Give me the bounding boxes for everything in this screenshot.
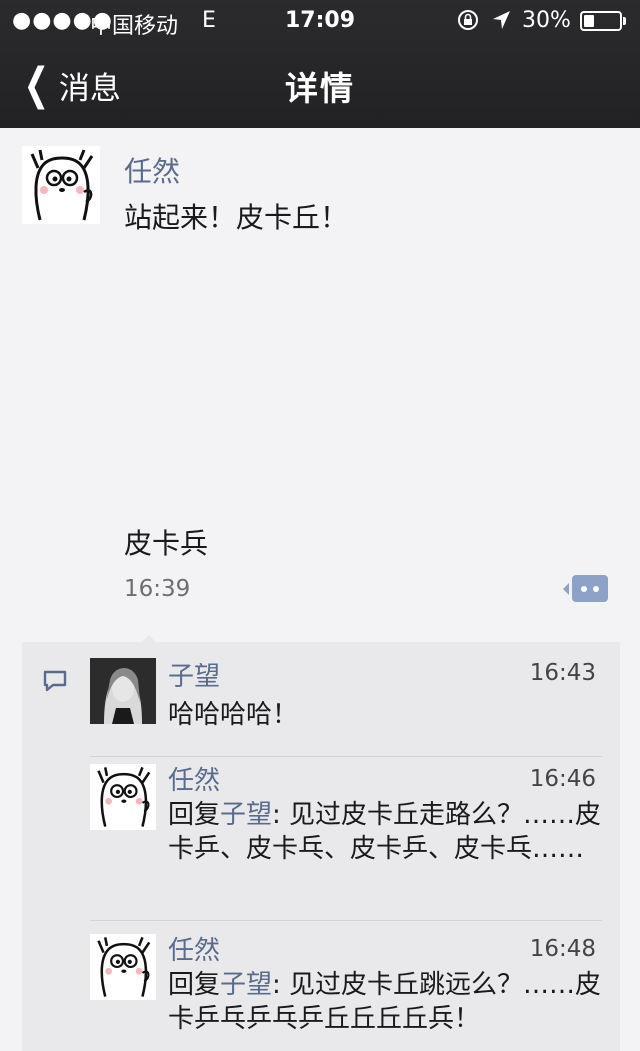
comment-author[interactable]: 任然 (168, 760, 220, 797)
location-icon (490, 8, 512, 38)
avatar[interactable] (22, 146, 100, 224)
comment-text: 回复子望: 见过皮卡丘走路么？……皮卡乒、皮卡乓、皮卡乒、皮卡乓…… (168, 798, 608, 866)
comment-item[interactable]: 任然 16:48 回复子望: 见过皮卡丘跳远么？……皮卡乒乓乒乓乒丘丘丘丘兵！ (22, 920, 620, 1051)
comment-timestamp: 16:43 (529, 660, 596, 686)
author-name[interactable]: 任然 (124, 150, 180, 190)
avatar[interactable] (90, 934, 156, 1000)
comment-dot (581, 586, 587, 592)
comment-icon[interactable] (563, 575, 608, 602)
comment-text: 回复子望: 见过皮卡丘跳远么？……皮卡乒乓乒乓乒丘丘丘丘兵！ (168, 968, 608, 1036)
comment-author[interactable]: 任然 (168, 930, 220, 967)
reply-to-name[interactable]: 子望 (220, 970, 272, 1000)
comment-dot (593, 586, 599, 592)
page-title: 详情 (285, 69, 355, 108)
status-bar: ●●●●● 中国移动 E 17:09 30% (0, 0, 640, 42)
rotation-lock-icon (456, 8, 480, 38)
header: ●●●●● 中国移动 E 17:09 30% ❮ 消息 详情 (0, 0, 640, 128)
comment-timestamp: 16:48 (529, 936, 596, 962)
comment-text: 哈哈哈哈！ (168, 700, 299, 730)
comment-item[interactable]: 任然 16:46 回复子望: 见过皮卡丘走路么？……皮卡乒、皮卡乓、皮卡乒、皮卡… (22, 756, 620, 922)
post-text-second-line: 皮卡兵 (124, 527, 209, 560)
reply-prefix: 回复 (168, 800, 221, 830)
avatar[interactable] (90, 764, 156, 830)
comments-section: 子望 16:43 哈哈哈哈！ 任然 16:46 回复子望: 见过皮卡丘走路么？…… (22, 635, 620, 1051)
comment-item[interactable]: 子望 16:43 哈哈哈哈！ (22, 642, 620, 752)
comment-author[interactable]: 子望 (168, 656, 220, 693)
comment-timestamp: 16:46 (529, 766, 596, 792)
reply-prefix: 回复 (168, 970, 221, 1000)
avatar[interactable] (90, 658, 156, 724)
battery-level (584, 15, 594, 27)
battery-icon (580, 11, 626, 31)
reply-to-name[interactable]: 子望 (220, 800, 272, 830)
battery-percent: 30% (522, 8, 571, 33)
navigation-bar: ❮ 消息 详情 (0, 42, 640, 128)
post-text: 站起来！皮卡丘！ (124, 201, 349, 234)
post-timestamp: 16:39 (124, 576, 191, 602)
